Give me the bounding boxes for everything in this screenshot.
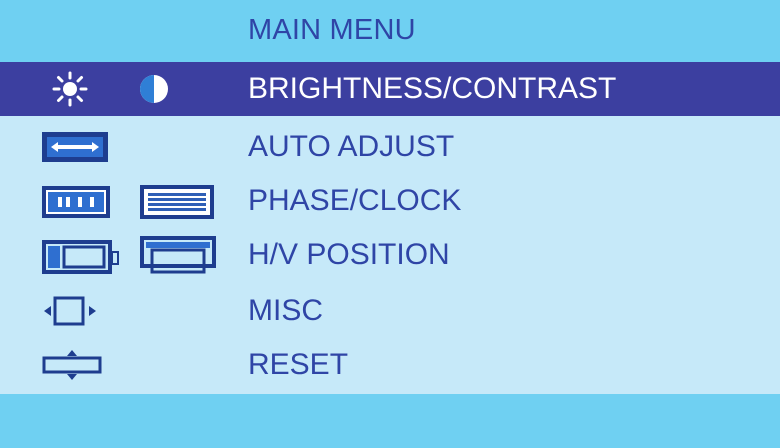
menu-item-label: MISC xyxy=(248,294,323,327)
phase-icon xyxy=(42,186,110,218)
menu-item-hv-position[interactable]: H/V POSITION xyxy=(0,228,780,282)
sun-icon xyxy=(52,71,88,107)
menu-item-misc[interactable]: MISC xyxy=(0,284,780,338)
h-position-icon xyxy=(42,238,122,274)
menu-title: MAIN MENU xyxy=(248,14,416,46)
menu-item-brightness-contrast[interactable]: BRIGHTNESS/CONTRAST xyxy=(0,62,780,116)
menu-item-label: RESET xyxy=(248,348,349,381)
v-position-icon xyxy=(140,236,216,276)
clock-icon xyxy=(140,185,214,219)
menu-item-label: BRIGHTNESS/CONTRAST xyxy=(248,72,617,105)
reset-icon xyxy=(40,348,104,382)
menu-footer xyxy=(0,394,780,448)
menu-item-label: PHASE/CLOCK xyxy=(248,184,462,217)
misc-icon xyxy=(42,295,98,327)
osd-main-menu: MAIN MENU BRIGHTNESS/CONTRAST AUTO ADJUS… xyxy=(0,0,780,448)
menu-item-label: H/V POSITION xyxy=(248,238,450,271)
menu-item-auto-adjust[interactable]: AUTO ADJUST xyxy=(0,120,780,174)
menu-item-phase-clock[interactable]: PHASE/CLOCK xyxy=(0,174,780,228)
auto-adjust-icon xyxy=(42,132,108,162)
contrast-icon xyxy=(138,73,170,105)
menu-item-reset[interactable]: RESET xyxy=(0,338,780,392)
menu-header: MAIN MENU xyxy=(0,0,780,62)
menu-list: BRIGHTNESS/CONTRAST AUTO ADJUST PHASE/CL… xyxy=(0,62,780,394)
menu-item-label: AUTO ADJUST xyxy=(248,130,455,163)
